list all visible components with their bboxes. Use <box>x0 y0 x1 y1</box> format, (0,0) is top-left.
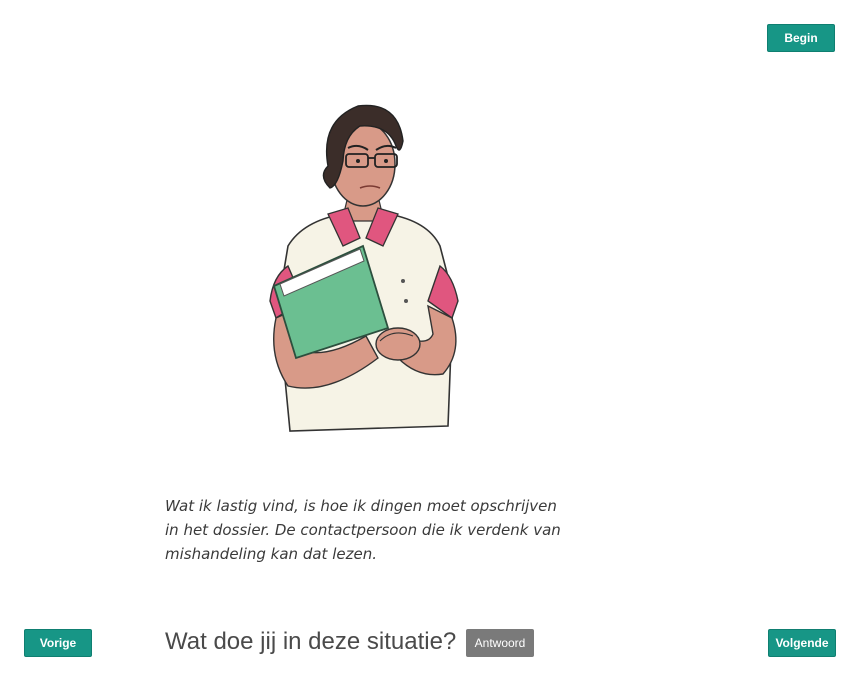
answer-button[interactable]: Antwoord <box>466 629 534 657</box>
begin-button[interactable]: Begin <box>767 24 835 52</box>
quote-line: in het dossier. De contactpersoon die ik… <box>165 521 561 539</box>
previous-button[interactable]: Vorige <box>24 629 92 657</box>
question-prompt: Wat doe jij in deze situatie? <box>165 628 457 655</box>
quote-line: Wat ik lastig vind, is hoe ik dingen moe… <box>165 497 557 515</box>
quote-line: mishandeling kan dat lezen. <box>165 545 377 563</box>
nurse-illustration <box>269 104 459 432</box>
next-button[interactable]: Volgende <box>768 629 836 657</box>
story-quote: Wat ik lastig vind, is hoe ik dingen moe… <box>165 494 575 566</box>
